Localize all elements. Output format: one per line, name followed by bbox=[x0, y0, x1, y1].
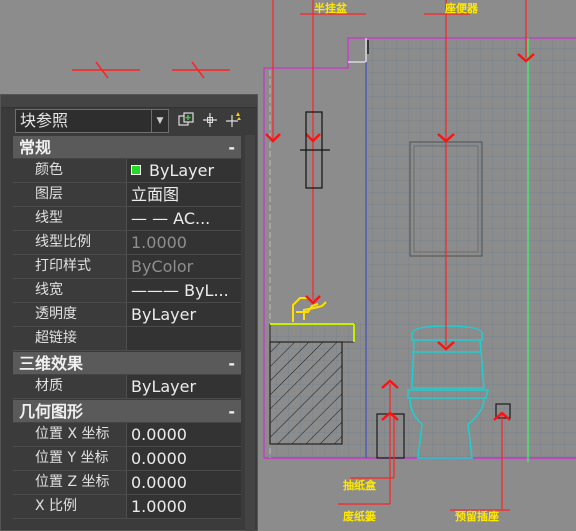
property-value[interactable]: 1.0000 bbox=[127, 231, 241, 254]
palette-title-bar[interactable] bbox=[1, 95, 257, 108]
quick-select-icon[interactable] bbox=[225, 111, 243, 129]
property-row-material[interactable]: 材质 ByLayer bbox=[13, 375, 241, 399]
label-toilet: 座便器 bbox=[445, 2, 478, 15]
property-value[interactable]: — — AC... bbox=[127, 207, 241, 230]
property-name: 材质 bbox=[13, 375, 127, 398]
property-name: 透明度 bbox=[13, 303, 127, 326]
property-name: 位置 Y 坐标 bbox=[13, 447, 127, 470]
property-row-layer[interactable]: 图层 立面图 bbox=[13, 183, 241, 207]
property-name: 线型 bbox=[13, 207, 127, 230]
basin-symbol bbox=[300, 111, 330, 189]
object-type-select[interactable]: 块参照 ▼ bbox=[15, 109, 169, 133]
property-value[interactable]: ByLayer bbox=[127, 159, 241, 182]
property-name: 打印样式 bbox=[13, 255, 127, 278]
tile-wall bbox=[366, 38, 576, 458]
property-name: X 比例 bbox=[13, 495, 127, 518]
section-geometry-header[interactable]: 几何图形 - bbox=[13, 400, 241, 423]
property-row-lineweight[interactable]: 线宽 ——— ByL... bbox=[13, 279, 241, 303]
object-type-value: 块参照 bbox=[20, 111, 69, 130]
property-name: 线型比例 bbox=[13, 231, 127, 254]
properties-palette[interactable]: 块参照 ▼ 常规 - 颜色 ByLayer 图层 立面图 线型 — — AC..… bbox=[0, 94, 258, 531]
property-value[interactable]: 0.0000 bbox=[127, 471, 241, 494]
property-row-linetype-scale[interactable]: 线型比例 1.0000 bbox=[13, 231, 241, 255]
property-name: 线宽 bbox=[13, 279, 127, 302]
property-row-position-x[interactable]: 位置 X 坐标 0.0000 bbox=[13, 423, 241, 447]
section-3d-header[interactable]: 三维效果 - bbox=[13, 352, 241, 375]
property-name: 超链接 bbox=[13, 327, 127, 350]
section-geometry-title: 几何图形 bbox=[19, 402, 84, 421]
property-row-linetype[interactable]: 线型 — — AC... bbox=[13, 207, 241, 231]
property-value[interactable]: 0.0000 bbox=[127, 447, 241, 470]
property-value[interactable]: 立面图 bbox=[127, 183, 241, 206]
property-value[interactable]: ByLayer bbox=[127, 375, 241, 398]
section-3d-title: 三维效果 bbox=[19, 354, 84, 373]
section-general-header[interactable]: 常规 - bbox=[13, 136, 241, 159]
property-name: 位置 Z 坐标 bbox=[13, 471, 127, 494]
collapse-icon[interactable]: - bbox=[228, 352, 235, 375]
color-swatch-icon bbox=[131, 165, 141, 175]
property-row-scale-x[interactable]: X 比例 1.0000 bbox=[13, 495, 241, 519]
collapse-icon[interactable]: - bbox=[228, 400, 235, 423]
color-value: ByLayer bbox=[149, 161, 215, 180]
palette-scrollbar[interactable] bbox=[245, 135, 255, 531]
property-value[interactable]: ——— ByL... bbox=[127, 279, 241, 302]
toggle-pickadd-icon[interactable] bbox=[177, 111, 195, 129]
label-waste-basket: 废纸篓 bbox=[343, 510, 376, 523]
label-socket: 预留插座 bbox=[455, 510, 499, 523]
property-name: 图层 bbox=[13, 183, 127, 206]
property-row-plot-style[interactable]: 打印样式 ByColor bbox=[13, 255, 241, 279]
property-value[interactable]: 0.0000 bbox=[127, 423, 241, 446]
select-objects-icon[interactable] bbox=[201, 111, 219, 129]
property-value[interactable]: ByColor bbox=[127, 255, 241, 278]
property-row-transparency[interactable]: 透明度 ByLayer bbox=[13, 303, 241, 327]
wall-notch bbox=[348, 38, 367, 63]
label-tissue-box: 抽纸盒 bbox=[343, 479, 376, 492]
property-value[interactable] bbox=[127, 327, 241, 350]
vanity-cabinet bbox=[269, 341, 343, 445]
dimension-ticks bbox=[72, 61, 230, 79]
property-row-color[interactable]: 颜色 ByLayer bbox=[13, 159, 241, 183]
collapse-icon[interactable]: - bbox=[228, 136, 235, 159]
chevron-down-icon[interactable]: ▼ bbox=[151, 110, 168, 132]
property-value[interactable]: 1.0000 bbox=[127, 495, 241, 518]
faucet bbox=[292, 297, 327, 322]
property-name: 位置 X 坐标 bbox=[13, 423, 127, 446]
section-general-title: 常规 bbox=[19, 138, 52, 157]
property-row-position-z[interactable]: 位置 Z 坐标 0.0000 bbox=[13, 471, 241, 495]
property-value[interactable]: ByLayer bbox=[127, 303, 241, 326]
property-name: 颜色 bbox=[13, 159, 127, 182]
property-row-hyperlink[interactable]: 超链接 bbox=[13, 327, 241, 351]
property-grid[interactable]: 常规 - 颜色 ByLayer 图层 立面图 线型 — — AC... 线型比例… bbox=[13, 135, 241, 519]
property-row-position-y[interactable]: 位置 Y 坐标 0.0000 bbox=[13, 447, 241, 471]
label-basin: 半挂盆 bbox=[314, 2, 347, 15]
